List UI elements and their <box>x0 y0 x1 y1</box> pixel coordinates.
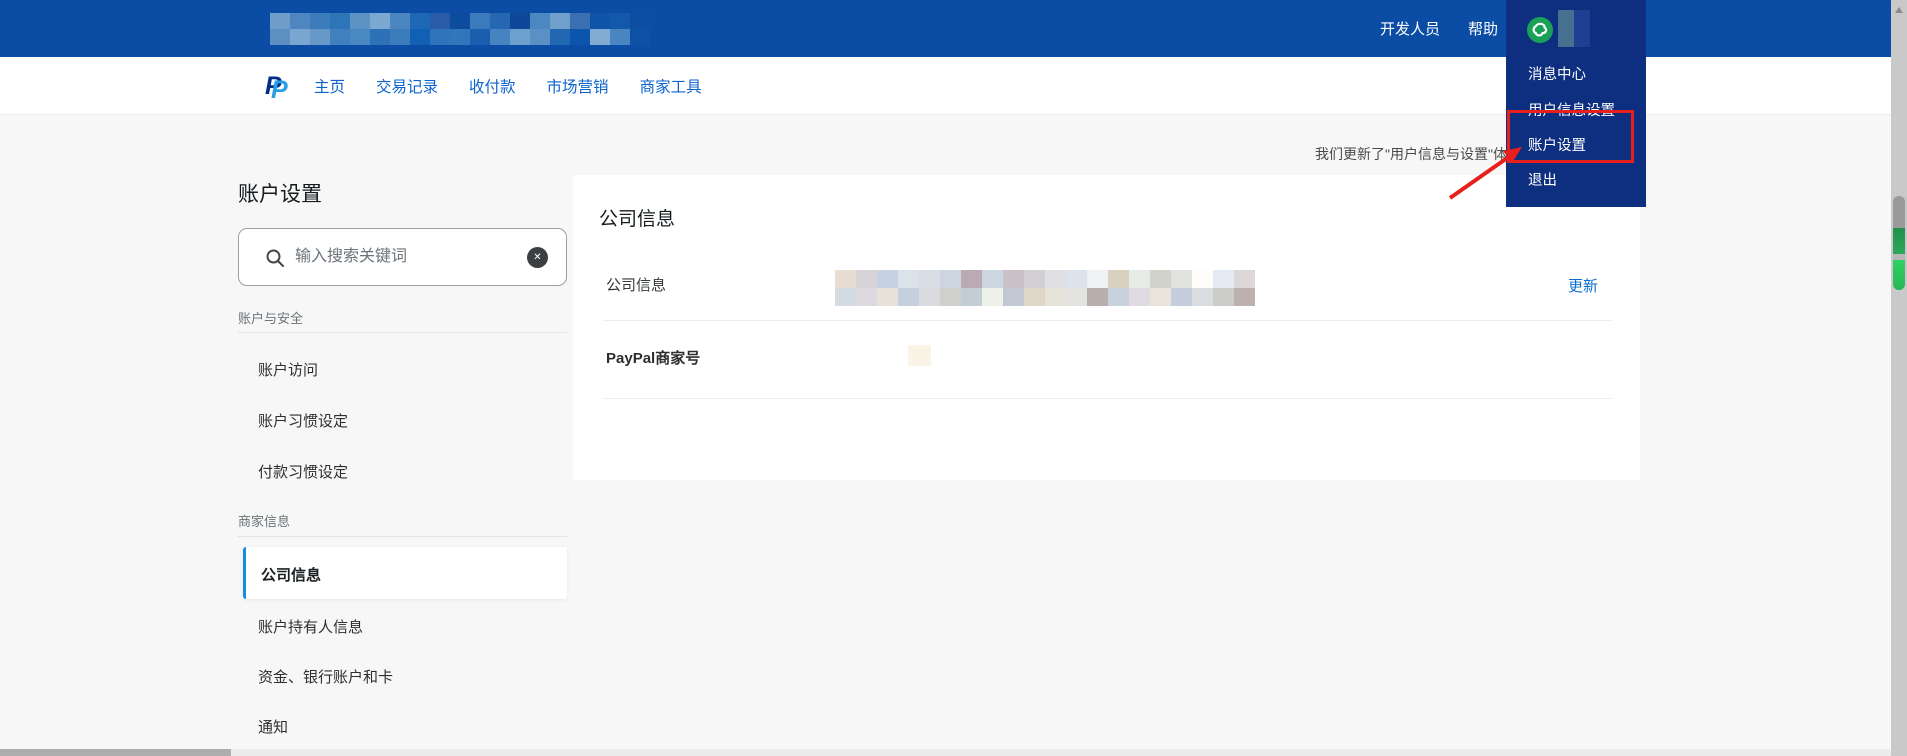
sidebar-search-box: ✕ <box>238 228 567 286</box>
redacted-company-info-value <box>835 270 1255 306</box>
divider <box>238 536 567 537</box>
vertical-scrollbar[interactable] <box>1891 0 1907 756</box>
sidebar-item-label: 公司信息 <box>261 567 322 584</box>
divider <box>603 398 1612 399</box>
company-info-row-label: 公司信息 <box>606 277 667 294</box>
sidebar-item-payment-preferences[interactable]: 付款习惯设定 <box>258 461 348 482</box>
horizontal-scrollbar-thumb[interactable] <box>0 749 231 756</box>
nav-tab-merchant-tools[interactable]: 商家工具 <box>640 75 702 97</box>
sidebar-item-account-access[interactable]: 账户访问 <box>258 359 318 380</box>
scroll-up-arrow-icon[interactable] <box>1895 7 1903 13</box>
nav-tab-home[interactable]: 主页 <box>314 75 345 97</box>
nav-links: 主页 交易记录 收付款 市场营销 商家工具 <box>314 57 702 115</box>
business-info-card: 公司信息 公司信息 更新 PayPal商家号 <box>573 175 1640 480</box>
sidebar-item-account-preferences[interactable]: 账户习惯设定 <box>258 410 348 431</box>
vertical-scrollbar-thumb[interactable] <box>1893 196 1905 290</box>
sidebar-item-money-banks-cards[interactable]: 资金、银行账户和卡 <box>258 666 393 687</box>
divider <box>238 332 567 333</box>
menu-item-message-center[interactable]: 消息中心 <box>1528 63 1586 83</box>
annotation-highlight-box <box>1507 110 1634 163</box>
redacted-merchant-id-value <box>908 345 931 366</box>
horizontal-scrollbar[interactable] <box>0 749 1891 756</box>
clear-search-icon[interactable]: ✕ <box>527 247 548 268</box>
paypal-logo-icon[interactable]: P P <box>265 72 295 104</box>
developer-link[interactable]: 开发人员 <box>1380 18 1440 39</box>
avatar[interactable] <box>1527 17 1553 43</box>
merchant-id-row-label: PayPal商家号 <box>606 350 701 367</box>
page-title: 账户设置 <box>238 183 322 206</box>
section-label-account-security: 账户与安全 <box>238 311 304 326</box>
nav-tab-marketing[interactable]: 市场营销 <box>547 75 609 97</box>
sidebar-item-account-owner-info[interactable]: 账户持有人信息 <box>258 616 363 637</box>
paypal-account-settings-page: 开发人员 帮助 P P 主页 交易记录 收付款 市场营销 商家工具 我们更新了"… <box>0 0 1907 756</box>
card-title: 公司信息 <box>599 209 676 230</box>
help-link[interactable]: 帮助 <box>1468 18 1498 39</box>
section-label-business-info: 商家信息 <box>238 514 291 529</box>
nav-tab-payments[interactable]: 收付款 <box>469 75 516 97</box>
update-link[interactable]: 更新 <box>1568 275 1598 296</box>
redacted-page-title <box>270 13 650 45</box>
topbar-links: 开发人员 帮助 <box>1380 0 1498 57</box>
menu-item-logout[interactable]: 退出 <box>1528 169 1557 189</box>
redacted-username <box>1558 10 1590 47</box>
nav-tab-activity[interactable]: 交易记录 <box>376 75 438 97</box>
search-icon <box>266 249 284 267</box>
sidebar-item-business-info-selected[interactable]: 公司信息 <box>243 547 567 599</box>
sidebar-item-notifications[interactable]: 通知 <box>258 716 288 737</box>
search-input[interactable] <box>295 243 495 271</box>
divider <box>603 320 1612 321</box>
